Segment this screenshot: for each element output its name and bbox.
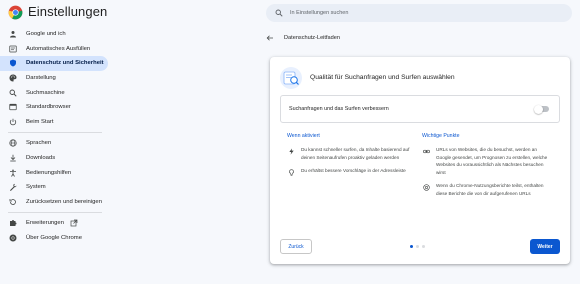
sidebar-item-label: System [26, 184, 46, 191]
sidebar-item-label: Datenschutz und Sicherheit [26, 60, 104, 67]
card-title: Qualität für Suchanfragen und Surfen aus… [310, 74, 455, 81]
sidebar-item-system[interactable]: System [0, 180, 108, 195]
globe-icon [9, 139, 17, 148]
next-button[interactable]: Weiter [530, 239, 560, 254]
toggle-label: Suchanfragen und das Surfen verbessern [289, 106, 389, 112]
app-title: Einstellungen [28, 4, 108, 19]
sidebar-item-search-engine[interactable]: Suchmaschine [0, 85, 108, 100]
point-text: Du erhältst bessere Vorschläge in der Ad… [301, 168, 406, 174]
sidebar-item-default-browser[interactable]: Standardbrowser [0, 100, 108, 115]
shield-icon [9, 59, 17, 67]
sidebar-item-reset[interactable]: Zurücksetzen und bereinigen [0, 195, 108, 210]
sidebar-item-label: Zurücksetzen und bereinigen [26, 198, 102, 205]
point-text: URLs von Websites, die du besuchst, werd… [436, 147, 548, 175]
step-indicator [410, 245, 425, 248]
sidebar-item-privacy[interactable]: Datenschutz und Sicherheit [0, 56, 108, 71]
sidebar-item-accessibility[interactable]: Bedienungshilfen [0, 165, 108, 180]
link-icon [422, 147, 430, 155]
browser-icon [9, 103, 17, 111]
list-item: URLs von Websites, die du besuchst, werd… [422, 146, 552, 176]
list-item: Du kannst schneller surfen, da Inhalte b… [287, 146, 417, 161]
breadcrumb: Datenschutz-Leitfaden [266, 32, 340, 44]
step-dot-3 [422, 245, 425, 248]
when-enabled-heading: Wenn aktiviert [287, 133, 320, 139]
breadcrumb-title: Datenschutz-Leitfaden [284, 35, 340, 41]
sidebar-item-label: Sprachen [26, 140, 52, 147]
sidebar-item-about-chrome[interactable]: Über Google Chrome [0, 231, 108, 246]
puzzle-icon [9, 219, 17, 227]
list-item: Wenn du Chrome-Nutzungsberichte teilst, … [422, 182, 552, 197]
sidebar-item-appearance[interactable]: Darstellung [0, 71, 108, 86]
when-enabled-column: Wenn aktiviert Du kannst schneller surfe… [287, 133, 417, 182]
chrome-outline-icon [422, 183, 430, 191]
key-points-heading: Wichtige Punkte [422, 133, 460, 139]
point-text: Wenn du Chrome-Nutzungsberichte teilst, … [436, 183, 544, 196]
sidebar-item-google[interactable]: Google und ich [0, 27, 108, 42]
sidebar-item-label: Darstellung [26, 75, 56, 82]
toggle-knob [534, 104, 543, 114]
sidebar-item-downloads[interactable]: Downloads [0, 151, 108, 166]
external-link-icon [70, 219, 78, 227]
improve-search-toggle[interactable] [534, 104, 549, 114]
wrench-icon [9, 183, 17, 192]
chrome-icon [9, 234, 17, 242]
list-item: Du erhältst bessere Vorschläge in der Ad… [287, 167, 417, 176]
lightbulb-icon [287, 168, 295, 176]
sidebar-item-label: Google und ich [26, 31, 66, 38]
download-icon [9, 154, 17, 162]
lightning-icon [287, 147, 295, 155]
sidebar-item-label: Downloads [26, 155, 56, 162]
sidebar-item-label: Beim Start [26, 118, 54, 125]
back-arrow-icon[interactable] [266, 34, 275, 43]
sidebar-item-label: Standardbrowser [26, 104, 71, 111]
sidebar-divider [8, 132, 102, 134]
header: Einstellungen [0, 0, 580, 26]
accessibility-icon [9, 169, 17, 177]
sidebar-item-languages[interactable]: Sprachen [0, 136, 108, 151]
sidebar: Google und ich Automatisches Ausfüllen D… [0, 27, 112, 245]
search-browsing-illustration-icon [280, 67, 302, 89]
sidebar-item-autofill[interactable]: Automatisches Ausfüllen [0, 42, 108, 57]
power-icon [9, 118, 17, 126]
sidebar-divider [8, 212, 102, 214]
search-input[interactable] [290, 10, 560, 16]
sidebar-item-extensions[interactable]: Erweiterungen [0, 216, 108, 231]
sidebar-item-label: Erweiterungen [26, 220, 64, 227]
sidebar-item-label: Automatisches Ausfüllen [26, 45, 91, 52]
sidebar-item-label: Suchmaschine [26, 89, 65, 96]
back-button[interactable]: Zurück [280, 239, 312, 254]
sidebar-item-label: Über Google Chrome [26, 235, 82, 242]
autofill-icon [9, 45, 17, 53]
sidebar-item-on-startup[interactable]: Beim Start [0, 115, 108, 130]
chrome-logo-icon [8, 5, 23, 20]
improve-search-toggle-row[interactable]: Suchanfragen und das Surfen verbessern [280, 95, 560, 123]
privacy-guide-card: Qualität für Suchanfragen und Surfen aus… [270, 57, 570, 264]
step-dot-1 [410, 245, 413, 248]
key-points-column: Wichtige Punkte URLs von Websites, die d… [422, 133, 552, 204]
reset-icon [9, 198, 17, 206]
step-dot-2 [416, 245, 419, 248]
search-icon [9, 89, 17, 97]
point-text: Du kannst schneller surfen, da Inhalte b… [301, 147, 410, 160]
palette-icon [9, 74, 17, 82]
person-icon [9, 30, 17, 38]
settings-search-box[interactable] [266, 4, 572, 22]
search-icon [274, 8, 284, 18]
sidebar-item-label: Bedienungshilfen [26, 169, 72, 176]
